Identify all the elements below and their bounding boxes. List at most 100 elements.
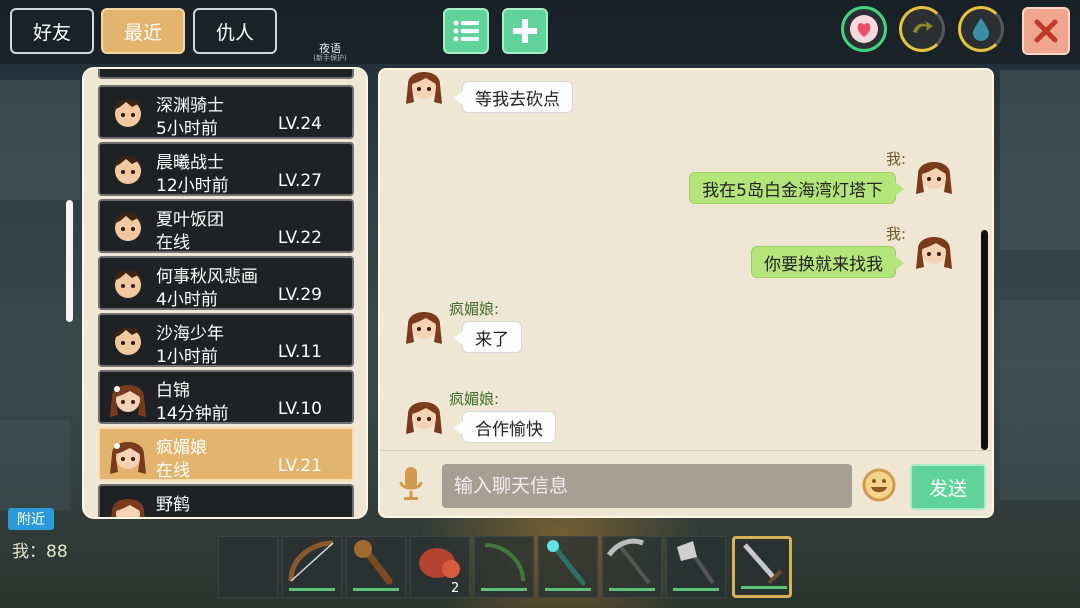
- friend-status: 4小时前: [156, 290, 218, 310]
- hotbar-slot[interactable]: [282, 536, 342, 598]
- hotbar-slot-empty[interactable]: [218, 536, 278, 598]
- close-button[interactable]: [1022, 7, 1070, 55]
- top-bar: 好友 最近 仇人 夜语 (新手保护): [0, 0, 1080, 64]
- avatar: [114, 99, 142, 127]
- microphone-icon[interactable]: [398, 466, 424, 502]
- hotbar-slot[interactable]: [346, 536, 406, 598]
- sender-name: 我:: [886, 225, 907, 243]
- avatar: [916, 162, 952, 194]
- friend-status: 1小时前: [156, 347, 218, 367]
- hotbar-slot[interactable]: [474, 536, 534, 598]
- friend-list-scrollbar[interactable]: [66, 200, 73, 322]
- chat-bubble-incoming: 合作愉快: [454, 411, 556, 443]
- avatar: [406, 402, 442, 434]
- avatar: [114, 270, 142, 298]
- sword-icon: [743, 543, 783, 585]
- sender-name: 我:: [886, 150, 907, 168]
- sender-name: 疯媚娘:: [449, 300, 500, 318]
- avatar: [114, 327, 142, 355]
- hotbar-slot-selected[interactable]: [732, 536, 792, 598]
- friend-item[interactable]: 何事秋风悲画 4小时前 LV.29: [98, 256, 354, 310]
- friend-status: 12小时前: [156, 176, 229, 196]
- water-indicator: [958, 6, 1004, 52]
- friend-name: 野鹤: [156, 495, 190, 515]
- tab-friends[interactable]: 好友: [10, 8, 94, 54]
- chat-scrollbar[interactable]: [981, 230, 988, 450]
- avatar: [110, 385, 146, 417]
- friend-level: LV.21: [277, 456, 322, 476]
- list-button[interactable]: [443, 8, 489, 54]
- friend-level: LV.24: [277, 114, 322, 134]
- friend-status: 在线: [156, 461, 190, 481]
- emoji-icon[interactable]: [862, 468, 896, 502]
- friend-item-selected[interactable]: 疯媚娘 在线 LV.21: [98, 427, 354, 481]
- chat-bubble-outgoing: 你要换就来找我: [751, 246, 904, 278]
- chat-input[interactable]: [442, 464, 852, 508]
- item-count: 2: [451, 581, 460, 596]
- axe-icon: [677, 541, 715, 585]
- chat-panel: 等我去砍点 我: 我在5岛白金海湾灯塔下 我: 你要换就来找我 疯媚娘: 来了 …: [378, 68, 994, 518]
- friend-item-partial[interactable]: [98, 69, 354, 79]
- health-indicator: [841, 6, 887, 52]
- plus-icon: [513, 19, 537, 43]
- friend-level: LV.27: [277, 171, 322, 191]
- chat-bubble-incoming: 等我去砍点: [454, 81, 573, 113]
- bow-icon: [288, 540, 334, 582]
- friend-name: 疯媚娘: [156, 438, 207, 458]
- friend-item[interactable]: 沙海少年 1小时前 LV.11: [98, 313, 354, 367]
- avatar: [406, 72, 442, 104]
- friend-level: LV.29: [277, 285, 322, 305]
- hotbar-slot[interactable]: [538, 536, 598, 598]
- magic-staff-icon: [547, 540, 586, 586]
- friend-name: 深渊骑士: [156, 96, 224, 116]
- list-icon: [453, 20, 479, 42]
- friend-item[interactable]: 晨曦战士 12小时前 LV.27: [98, 142, 354, 196]
- avatar: [916, 237, 952, 269]
- friend-item[interactable]: 白锦 14分钟前 LV.10: [98, 370, 354, 424]
- heart-icon: [850, 15, 878, 43]
- avatar: [110, 442, 146, 474]
- friend-status: 14分钟前: [156, 404, 229, 424]
- friend-status: 在线: [156, 233, 190, 253]
- close-icon: [1034, 19, 1058, 43]
- nearby-badge[interactable]: 附近: [8, 508, 54, 530]
- friend-level: LV.22: [277, 228, 322, 248]
- hotbar: 2: [218, 536, 804, 602]
- add-friend-button[interactable]: [502, 8, 548, 54]
- stamina-icon: [913, 21, 933, 33]
- meat-icon: [419, 548, 460, 578]
- friend-name: 白锦: [156, 381, 190, 401]
- hotbar-slot[interactable]: [666, 536, 726, 598]
- friend-status: 5小时前: [156, 119, 218, 139]
- fishing-rod-icon: [484, 543, 525, 582]
- stamina-indicator: [899, 6, 945, 52]
- friend-item[interactable]: 夏叶饭团 在线 LV.22: [98, 199, 354, 253]
- night-sublabel: (新手保护): [313, 54, 347, 62]
- hotbar-slot[interactable]: 2: [410, 536, 470, 598]
- water-drop-icon: [973, 18, 989, 41]
- friend-level: LV.10: [277, 399, 322, 419]
- sender-name: 疯媚娘:: [449, 390, 500, 408]
- tab-enemies[interactable]: 仇人: [193, 8, 277, 54]
- avatar: [406, 312, 442, 344]
- chat-bubble-incoming: 来了: [454, 321, 522, 353]
- friend-name: 晨曦战士: [156, 153, 224, 173]
- avatar: [114, 156, 142, 184]
- send-button[interactable]: 发送: [910, 464, 986, 510]
- avatar: [111, 499, 145, 517]
- friend-level: LV.11: [277, 342, 322, 362]
- avatar: [114, 213, 142, 241]
- friend-name: 何事秋风悲画: [156, 267, 258, 287]
- friend-name: 沙海少年: [156, 324, 224, 344]
- chat-bubble-outgoing: 我在5岛白金海湾灯塔下: [689, 172, 904, 204]
- tab-recent[interactable]: 最近: [101, 8, 185, 54]
- my-status-text: 我：88: [12, 542, 68, 562]
- friend-list-panel: 深渊骑士 5小时前 LV.24 晨曦战士 12小时前 LV.27 夏叶饭团 在线…: [82, 67, 368, 519]
- torch-icon: [354, 540, 393, 585]
- hotbar-slot[interactable]: [602, 536, 662, 598]
- friend-item[interactable]: 深渊骑士 5小时前 LV.24: [98, 85, 354, 139]
- pickaxe-icon: [606, 538, 651, 585]
- chat-messages[interactable]: 等我去砍点 我: 我在5岛白金海湾灯塔下 我: 你要换就来找我 疯媚娘: 来了 …: [380, 70, 992, 450]
- friend-name: 夏叶饭团: [156, 210, 224, 230]
- friend-item[interactable]: 野鹤: [98, 484, 354, 517]
